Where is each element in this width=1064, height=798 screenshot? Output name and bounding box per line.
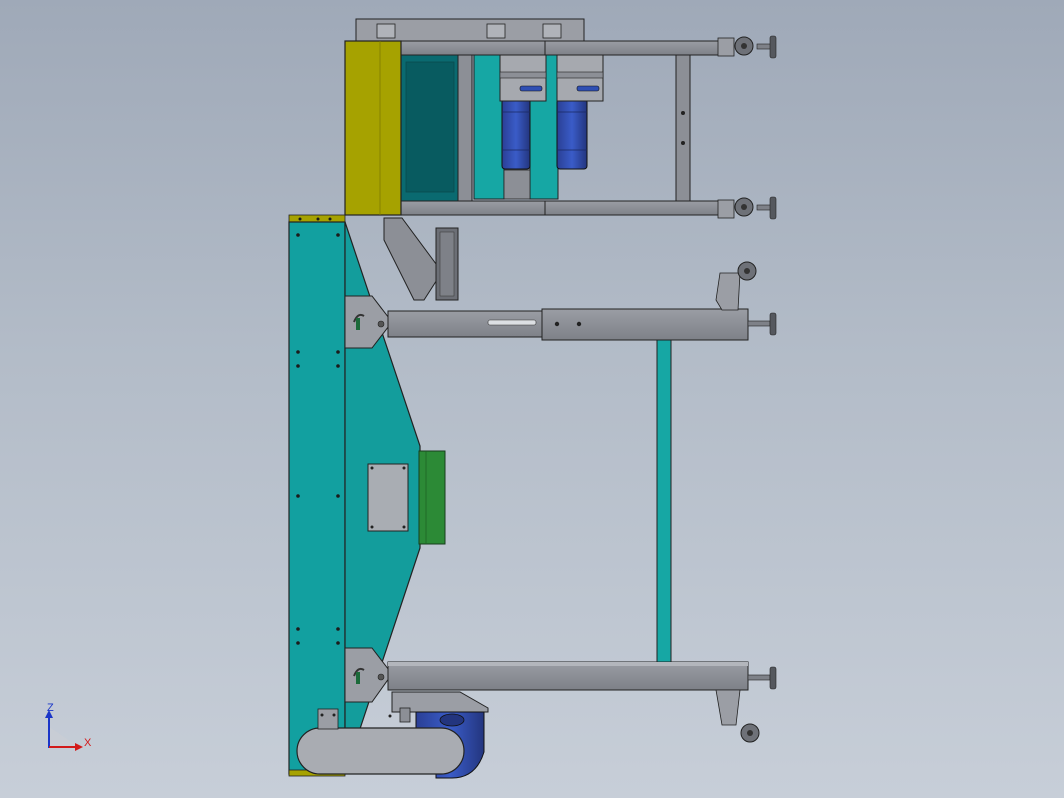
coordinate-triad: Z X	[45, 702, 92, 751]
motor-bracket-left	[499, 54, 547, 102]
teal-strut	[656, 339, 672, 663]
top-rail-bracket-mid	[486, 23, 506, 39]
x-axis-label: X	[84, 737, 92, 749]
caster-bottom-right	[717, 196, 777, 220]
motor-right	[556, 98, 588, 170]
top-rail-bracket-left	[376, 23, 396, 39]
caster-top-right	[717, 35, 777, 59]
motor-bracket-right	[556, 54, 604, 102]
frame-bolt	[681, 141, 685, 145]
top-rail-bracket-right	[542, 23, 562, 39]
z-axis-label: Z	[47, 702, 54, 714]
green-control-box	[418, 450, 446, 545]
teal-column	[288, 221, 346, 775]
cad-viewport[interactable]: Z X	[0, 0, 1064, 798]
support-bracket	[383, 217, 459, 301]
assembly-drawing: Z X	[45, 18, 777, 779]
belt-housing	[296, 727, 465, 775]
upper-frame-bottom-bar	[399, 200, 731, 216]
frame-bolt	[681, 111, 685, 115]
olive-end-cover	[344, 40, 402, 216]
upper-frame-top-bar	[399, 40, 731, 56]
motor-left	[501, 98, 531, 170]
upper-frame-right-post	[675, 54, 691, 202]
upper-unit	[344, 18, 777, 220]
name-plate	[367, 463, 409, 532]
